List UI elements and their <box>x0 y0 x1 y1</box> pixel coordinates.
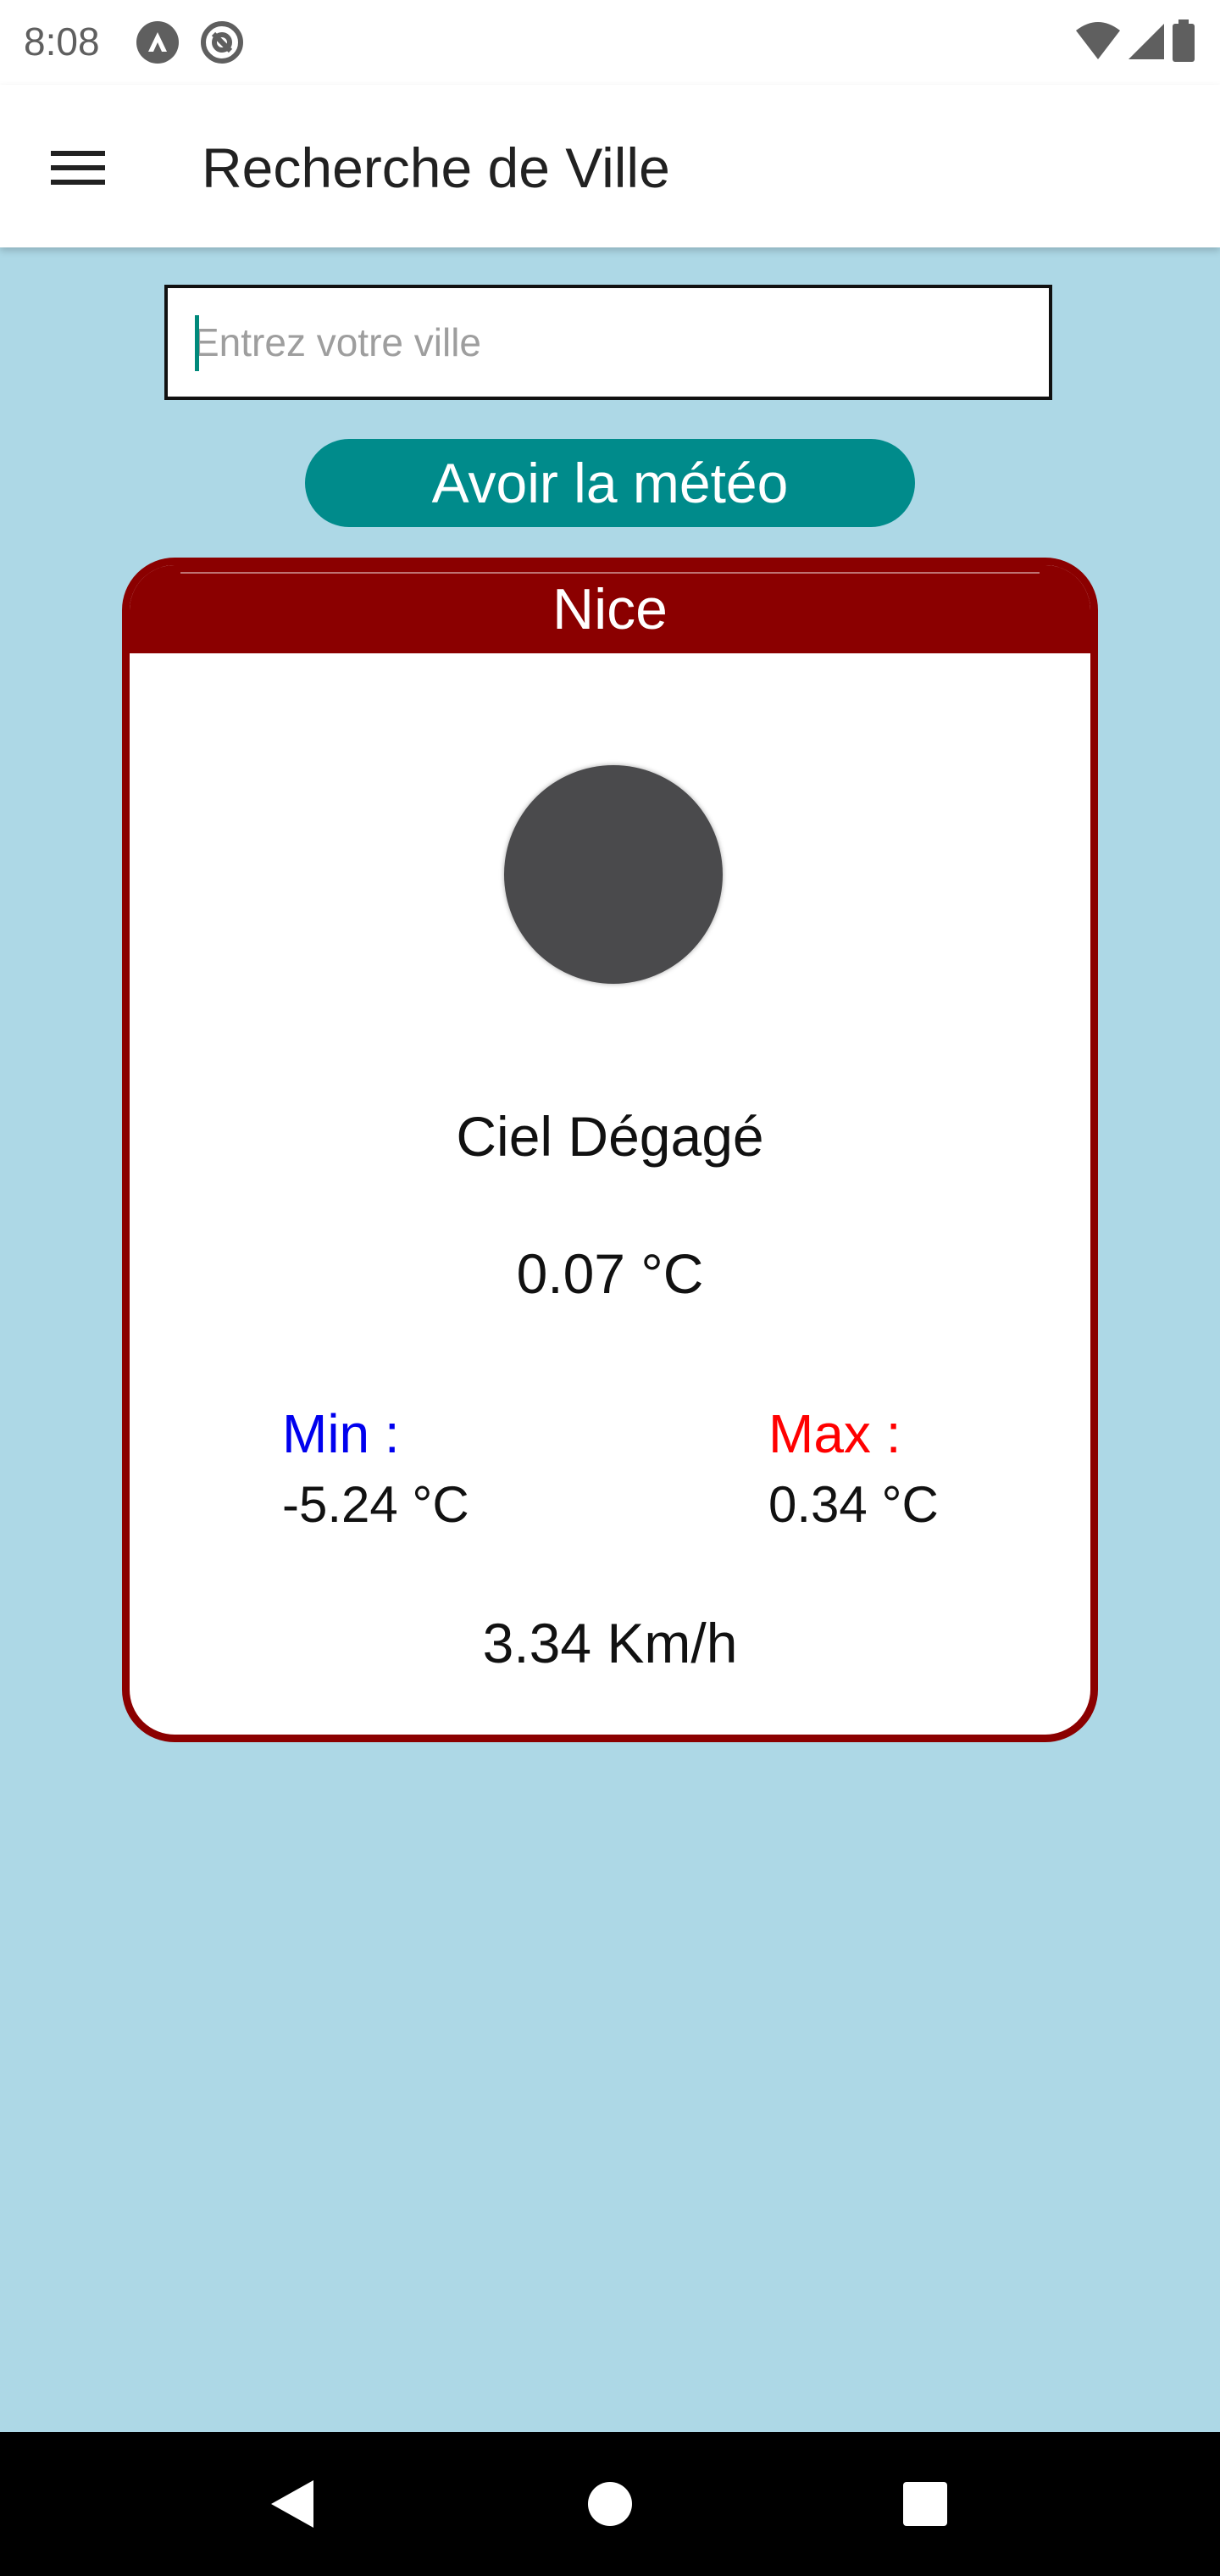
navigation-bar <box>0 2432 1220 2576</box>
status-time: 8:08 <box>24 19 100 64</box>
battery-icon <box>1171 19 1196 66</box>
get-weather-button[interactable]: Avoir la météo <box>305 439 915 527</box>
page-title: Recherche de Ville <box>202 136 670 199</box>
clear-sky-icon <box>504 765 723 984</box>
weather-description: Ciel Dégagé <box>456 1105 764 1168</box>
max-temperature: 0.34 °C <box>768 1476 939 1533</box>
header-divider <box>180 572 1040 574</box>
wifi-icon <box>1074 20 1122 65</box>
cellular-signal-icon <box>1127 20 1166 65</box>
app-a-icon <box>136 20 180 64</box>
hamburger-menu-icon[interactable] <box>37 132 119 203</box>
home-icon[interactable] <box>542 2432 678 2576</box>
status-bar: 8:08 <box>0 0 1220 85</box>
at-sign-icon <box>200 20 244 64</box>
recents-icon[interactable] <box>857 2432 993 2576</box>
text-caret <box>195 315 199 371</box>
min-temperature: -5.24 °C <box>282 1476 469 1533</box>
weather-card: Nice Ciel Dégagé 0.07 °C Min : -5.24 °C … <box>122 558 1098 1742</box>
status-icons <box>1074 19 1196 66</box>
city-name: Nice <box>552 577 668 641</box>
current-temperature: 0.07 °C <box>516 1242 704 1305</box>
max-label: Max : <box>768 1403 901 1464</box>
app-bar: Recherche de Ville <box>0 85 1220 247</box>
card-header: Nice <box>130 565 1090 653</box>
city-search-input[interactable] <box>164 285 1052 400</box>
wind-speed: 3.34 Km/h <box>482 1612 738 1674</box>
back-icon[interactable] <box>224 2432 359 2576</box>
min-label: Min : <box>282 1403 400 1464</box>
